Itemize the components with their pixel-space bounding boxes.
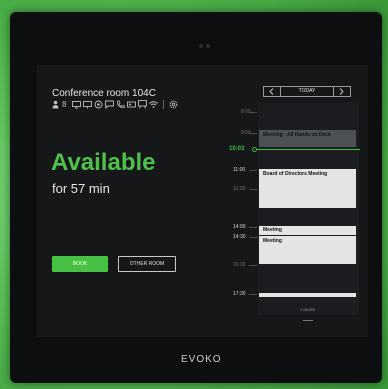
availability-status: Available <box>51 149 156 176</box>
hour-tick <box>249 189 257 190</box>
hour-tick <box>249 133 257 134</box>
event-meeting[interactable]: Meeting <box>259 226 356 235</box>
hour-tick <box>249 227 257 228</box>
next-day-button[interactable] <box>333 87 350 96</box>
wifi-icon <box>149 100 159 109</box>
event-next[interactable] <box>259 293 356 297</box>
brand-logo: EVOKO <box>181 354 222 365</box>
event-title: Morning - All Hands on Deck <box>263 132 331 138</box>
room-name: Conference room 104C <box>52 88 156 99</box>
hour-tick <box>249 265 257 266</box>
chevron-left-icon <box>269 88 274 95</box>
time-label: 14:00 <box>233 224 246 230</box>
date-navigator: TODAY <box>263 86 351 97</box>
chevron-right-icon <box>339 88 344 95</box>
book-button[interactable]: BOOK <box>52 256 108 272</box>
person-icon <box>51 100 60 109</box>
event-title: Meeting <box>263 227 282 233</box>
time-label: 16:00 <box>233 262 246 268</box>
previous-day-button[interactable] <box>264 87 281 96</box>
event-meeting[interactable]: Meeting <box>259 236 356 264</box>
current-time-marker <box>252 147 257 152</box>
today-button[interactable]: TODAY <box>281 87 333 96</box>
monitor-icon <box>72 100 82 109</box>
chat-icon <box>105 100 115 109</box>
current-time: 10:03 <box>229 146 245 152</box>
hour-tick <box>249 294 257 295</box>
scroll-indicator <box>303 320 313 321</box>
settings-icon[interactable] <box>169 100 178 109</box>
whiteboard-icon <box>138 99 148 109</box>
other-room-button[interactable]: OTHER ROOM <box>118 256 176 272</box>
event-title: Board of Directors Meeting <box>263 171 328 177</box>
hour-tick <box>249 237 257 238</box>
time-label: 12:00 <box>233 186 246 192</box>
capacity-count: 8 <box>62 99 67 109</box>
event-title: Meeting <box>263 238 282 244</box>
time-label: 17:30 <box>233 291 246 297</box>
camera-sensor <box>199 44 211 48</box>
display-icon <box>83 100 93 109</box>
amenities-row: 8 <box>51 99 178 109</box>
phone-icon <box>116 100 126 109</box>
hour-tick <box>249 112 257 113</box>
hour-tick <box>249 170 257 171</box>
current-time-line <box>254 149 360 150</box>
time-label: 11:00 <box>233 167 246 173</box>
projector-icon <box>127 100 137 109</box>
more-events-label[interactable]: 1 MORE <box>300 307 315 312</box>
camera-icon <box>94 100 103 109</box>
event-morning-all-hands[interactable]: Morning - All Hands on Deck <box>259 130 356 147</box>
amenities-divider <box>163 99 165 109</box>
event-board-meeting[interactable]: Board of Directors Meeting <box>259 169 356 208</box>
time-label: 14:30 <box>233 234 246 240</box>
availability-duration: for 57 min <box>52 181 110 196</box>
